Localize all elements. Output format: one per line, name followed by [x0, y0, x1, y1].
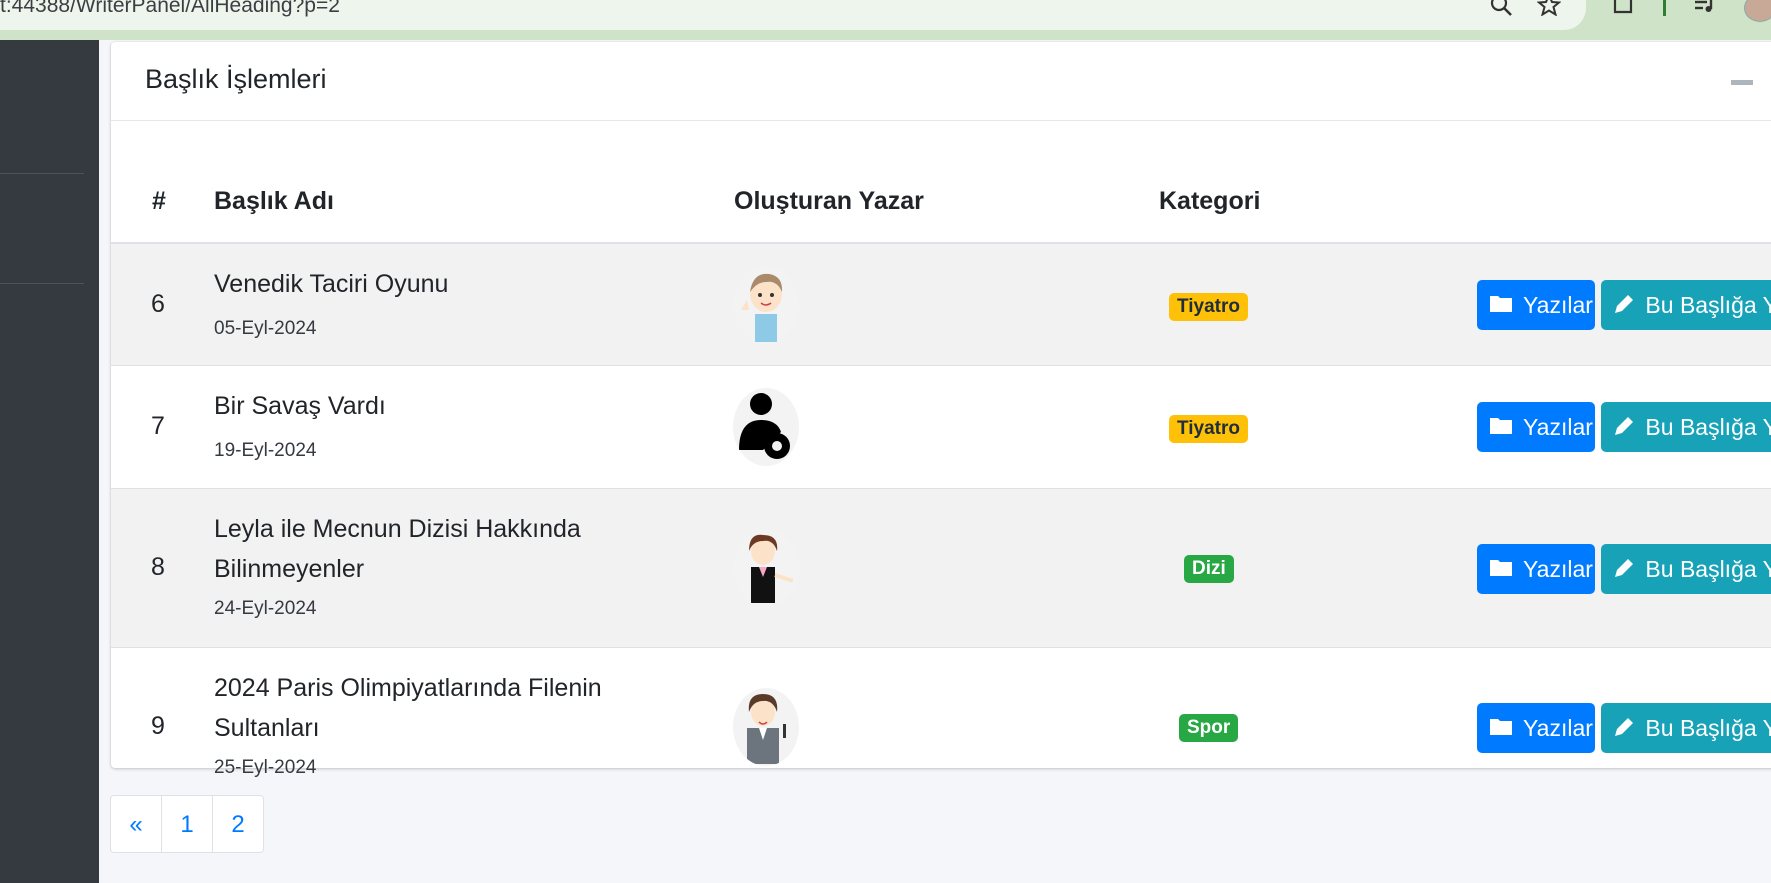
media-control-icon[interactable] [1693, 0, 1717, 16]
url-text[interactable]: t:44388/WriterPanel/AllHeading?p=2 [0, 0, 340, 18]
pagination-page-2[interactable]: 2 [212, 795, 264, 853]
collapse-minus-icon[interactable] [1731, 80, 1753, 85]
bookmark-star-icon[interactable] [1537, 0, 1561, 16]
posts-button[interactable]: Yazılar [1477, 544, 1595, 594]
pagination-page-1[interactable]: 1 [161, 795, 213, 853]
category-badge: Dizi [1184, 555, 1234, 583]
pagination-prev[interactable]: « [110, 795, 162, 853]
table-row: 8 Leyla ile Mecnun Dizisi Hakkında Bilin… [111, 488, 1771, 647]
heading-date: 24-Eyl-2024 [214, 598, 317, 619]
heading-title: Leyla ile Mecnun Dizisi Hakkında Bilinme… [214, 515, 581, 583]
browser-toolbar: t:44388/WriterPanel/AllHeading?p=2 [0, 0, 1771, 40]
sidebar-divider [0, 173, 84, 174]
sidebar-divider [0, 283, 84, 284]
card-header: Başlık İşlemleri [111, 42, 1771, 121]
folder-icon [1490, 719, 1512, 735]
row-number: 7 [151, 412, 165, 440]
folder-icon [1490, 296, 1512, 312]
extensions-icon[interactable] [1612, 0, 1636, 16]
heading-date: 05-Eyl-2024 [214, 318, 317, 339]
toolbar-divider [1663, 0, 1666, 16]
address-bar[interactable]: t:44388/WriterPanel/AllHeading?p=2 [0, 0, 1586, 30]
pencil-icon [1615, 417, 1633, 435]
category-badge: Spor [1179, 714, 1239, 742]
user-gear-avatar-icon [733, 388, 799, 466]
headings-card: Başlık İşlemleri # Başlık Adı Oluşturan … [111, 42, 1771, 778]
folder-icon [1490, 418, 1512, 434]
sidebar [0, 40, 99, 883]
header-number: # [152, 187, 166, 215]
write-to-heading-button[interactable]: Bu Başlığa Yaz [1601, 544, 1771, 594]
table-row: 9 2024 Paris Olimpiyatlarında Filenin Su… [111, 647, 1771, 808]
write-to-heading-button[interactable]: Bu Başlığa Yaz [1601, 280, 1771, 330]
posts-button[interactable]: Yazılar [1477, 703, 1595, 753]
header-author: Oluşturan Yazar [734, 187, 924, 215]
posts-button[interactable]: Yazılar [1477, 402, 1595, 452]
row-number: 8 [151, 553, 165, 581]
card-title: Başlık İşlemleri [145, 64, 327, 94]
posts-button[interactable]: Yazılar [1477, 280, 1595, 330]
cartoon-boy-avatar-icon [733, 266, 799, 344]
header-title: Başlık Adı [214, 187, 334, 215]
table-row: 7 Bir Savaş Vardı 19-Eyl-2024 Tiyatro Ya… [111, 365, 1771, 488]
heading-title: 2024 Paris Olimpiyatlarında Filenin Sult… [214, 674, 602, 742]
pencil-icon [1615, 718, 1633, 736]
row-number: 6 [151, 290, 165, 318]
category-badge: Tiyatro [1169, 293, 1249, 321]
heading-title: Venedik Taciri Oyunu [214, 270, 449, 298]
heading-date: 25-Eyl-2024 [214, 757, 317, 778]
row-number: 9 [151, 712, 165, 740]
write-to-heading-button[interactable]: Bu Başlığa Yaz [1601, 703, 1771, 753]
heading-date: 19-Eyl-2024 [214, 440, 317, 461]
table-row: 6 Venedik Taciri Oyunu 05-Eyl-2024 Tiyat… [111, 243, 1771, 366]
pencil-icon [1615, 295, 1633, 313]
pencil-icon [1615, 559, 1633, 577]
category-badge: Tiyatro [1169, 415, 1249, 443]
zoom-icon[interactable] [1489, 0, 1513, 16]
profile-avatar[interactable] [1744, 0, 1771, 22]
folder-icon [1490, 560, 1512, 576]
write-to-heading-button[interactable]: Bu Başlığa Yaz [1601, 402, 1771, 452]
header-category: Kategori [1159, 187, 1261, 215]
heading-title: Bir Savaş Vardı [214, 392, 386, 420]
cartoon-businesswoman-avatar-icon [733, 688, 799, 766]
table-header: # Başlık Adı Oluşturan Yazar Kategori [111, 121, 1771, 244]
pagination: « 1 2 [110, 795, 264, 855]
cartoon-woman-avatar-icon [733, 529, 799, 607]
